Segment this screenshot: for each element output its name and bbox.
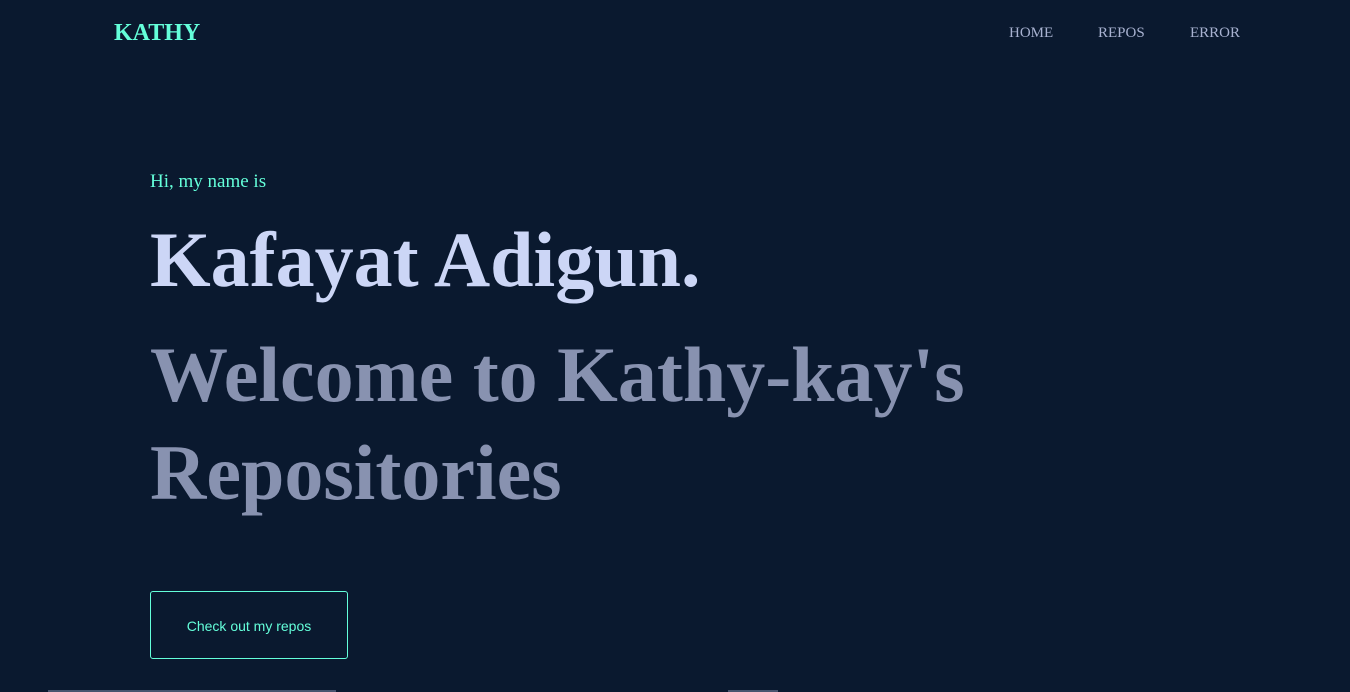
person-name: Kafayat Adigun. [150, 216, 701, 303]
hero-section: Hi, my name is Kafayat Adigun. Welcome t… [150, 0, 1250, 692]
intro-text: Hi, my name is [150, 171, 267, 192]
check-out-repos-button[interactable]: Check out my repos [150, 591, 348, 659]
welcome-heading: Welcome to Kathy-kay's Repositories [150, 331, 965, 516]
